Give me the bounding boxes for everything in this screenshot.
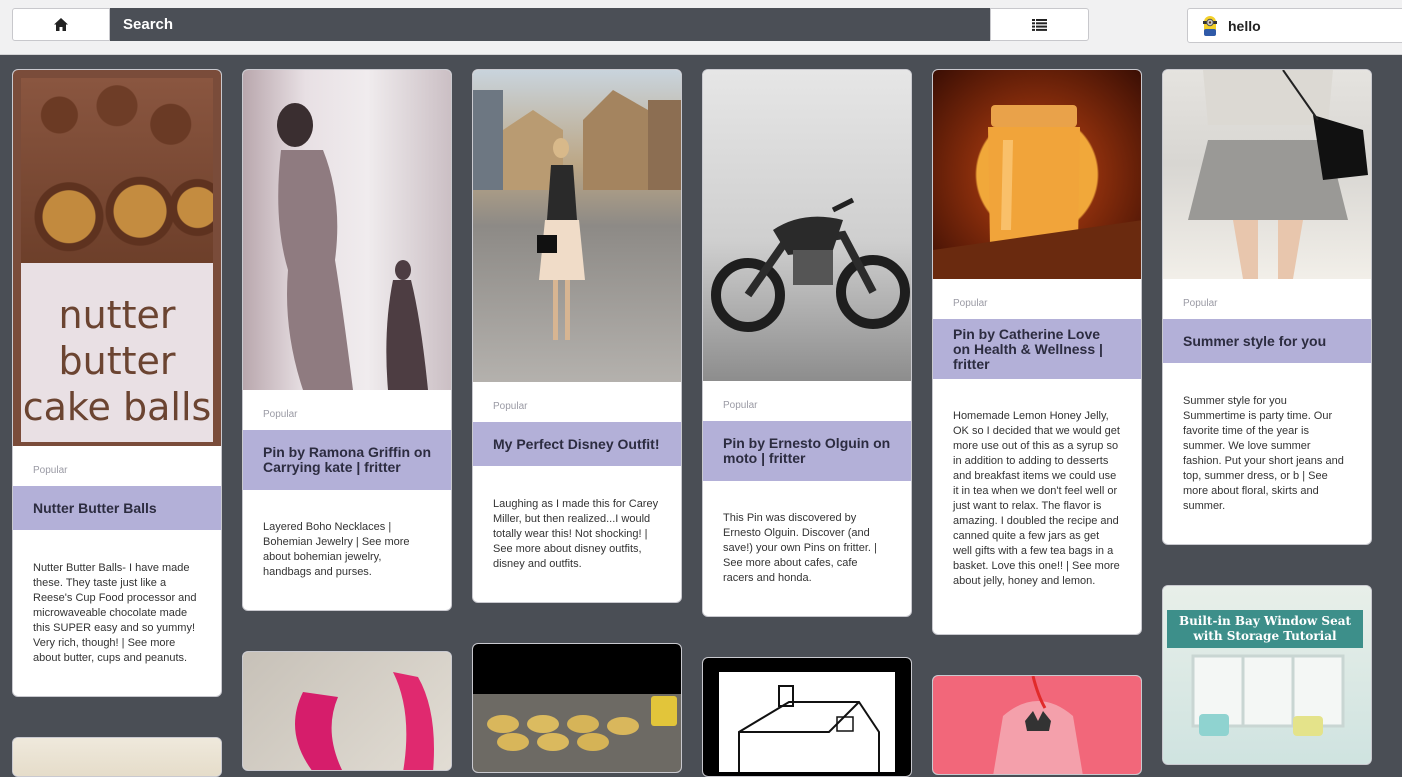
minion-avatar-icon xyxy=(1203,15,1217,36)
pin-image[interactable]: nutter butter cake balls xyxy=(13,70,221,446)
pin-card-partial[interactable]: Built-in Bay Window Seat with Storage Tu… xyxy=(1162,585,1372,765)
pin-card-partial[interactable] xyxy=(12,737,222,777)
pin-card-partial[interactable] xyxy=(702,657,912,777)
pin-title[interactable]: Summer style for you xyxy=(1163,319,1371,363)
pin-title[interactable]: Pin by Ernesto Olguin on moto | fritter xyxy=(703,421,911,481)
pin-description: This Pin was discovered by Ernesto Olgui… xyxy=(723,512,877,584)
motorcycle-photo xyxy=(711,197,910,332)
pin-category: Popular xyxy=(33,465,68,476)
pin-card[interactable]: nutter butter cake balls Popular Nutter … xyxy=(12,69,222,697)
muffins-photo xyxy=(487,696,677,751)
pin-description: Laughing as I made this for Carey Miller… xyxy=(493,498,659,570)
window-seat-photo xyxy=(1191,654,1345,736)
pin-image[interactable] xyxy=(243,70,451,390)
home-icon xyxy=(54,18,68,31)
home-button[interactable] xyxy=(12,8,110,41)
crown-tag-photo xyxy=(993,676,1083,774)
pin-title[interactable]: Pin by Catherine Love on Health & Wellne… xyxy=(933,319,1141,379)
pin-card[interactable]: Popular Pin by Ernesto Olguin on moto | … xyxy=(702,69,912,617)
pin-card[interactable]: Popular Summer style for you Summer styl… xyxy=(1162,69,1372,545)
pin-description: Layered Boho Necklaces | Bohemian Jewelr… xyxy=(263,521,410,578)
pin-image[interactable]: Built-in Bay Window Seat with Storage Tu… xyxy=(1163,586,1371,764)
image-text-line: cake balls xyxy=(22,385,212,429)
skirt-photo xyxy=(1188,70,1368,279)
pin-image[interactable] xyxy=(703,658,911,776)
pin-card[interactable]: Popular Pin by Ramona Griffin on Carryin… xyxy=(242,69,452,611)
pin-image[interactable] xyxy=(933,676,1141,774)
pin-title[interactable]: My Perfect Disney Outfit! xyxy=(473,422,681,466)
pin-title[interactable]: Pin by Ramona Griffin on Carrying kate |… xyxy=(243,430,451,490)
pin-category: Popular xyxy=(493,401,528,412)
heels-photo xyxy=(295,672,435,770)
image-text-line: butter xyxy=(58,339,176,383)
search-input[interactable]: Search xyxy=(110,8,991,41)
gown-photo xyxy=(277,103,428,390)
pin-image[interactable] xyxy=(473,644,681,772)
list-view-button[interactable] xyxy=(990,8,1089,41)
pin-card[interactable]: Popular Pin by Catherine Love on Health … xyxy=(932,69,1142,635)
pin-image[interactable] xyxy=(1163,70,1371,279)
pin-category: Popular xyxy=(1183,298,1218,309)
user-menu[interactable]: hello xyxy=(1187,8,1402,43)
pin-category: Popular xyxy=(263,409,298,420)
pin-category: Popular xyxy=(953,298,988,309)
pin-category: Popular xyxy=(723,400,758,411)
street-photo xyxy=(473,90,681,340)
jelly-jar-photo xyxy=(933,105,1141,279)
pin-card-partial[interactable] xyxy=(932,675,1142,775)
search-label: Search xyxy=(123,16,174,33)
house-sketch xyxy=(719,672,895,772)
image-text-line: nutter xyxy=(58,293,176,337)
pin-description: Nutter Butter Balls- I have made these. … xyxy=(33,562,197,664)
pin-image[interactable] xyxy=(243,652,451,770)
pin-image[interactable] xyxy=(703,70,911,381)
pin-card[interactable]: Popular My Perfect Disney Outfit! Laughi… xyxy=(472,69,682,603)
pin-card-partial[interactable] xyxy=(472,643,682,773)
pin-description: Homemade Lemon Honey Jelly, OK so I deci… xyxy=(953,410,1120,587)
user-name: hello xyxy=(1228,17,1261,34)
pin-description: Summer style for you Summertime is party… xyxy=(1183,395,1344,512)
top-bar: Search hello xyxy=(0,0,1402,55)
list-icon xyxy=(1032,18,1047,31)
pin-card-partial[interactable] xyxy=(242,651,452,771)
pin-image[interactable] xyxy=(933,70,1141,279)
pin-title[interactable]: Nutter Butter Balls xyxy=(13,486,221,530)
pin-image[interactable] xyxy=(473,70,681,382)
